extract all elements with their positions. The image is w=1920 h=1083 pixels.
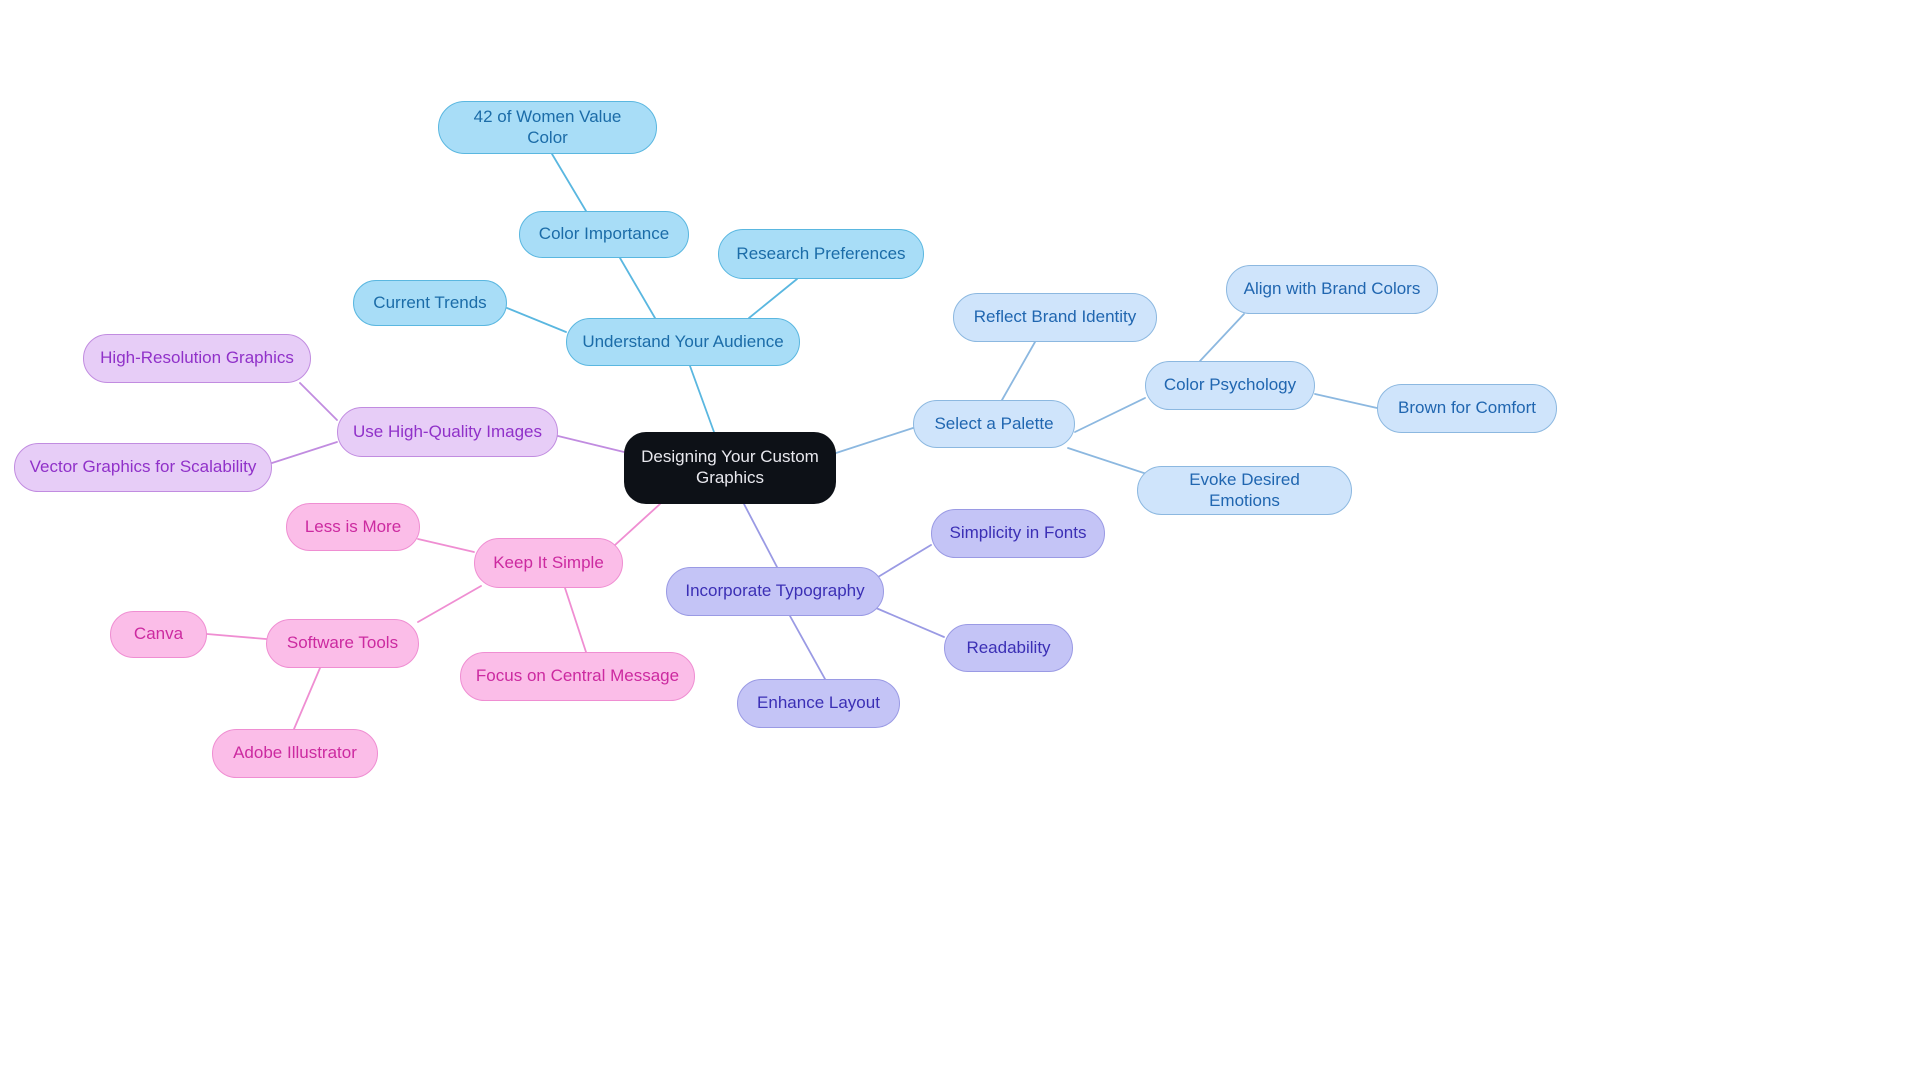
node-understand-your-audience[interactable]: Understand Your Audience bbox=[566, 318, 800, 366]
edge-root-to-incorporate-typography bbox=[743, 503, 778, 568]
edge-select-a-palette-to-reflect-brand-identity bbox=[1001, 341, 1036, 401]
edge-incorporate-typography-to-readability bbox=[875, 607, 945, 638]
node-less-is-more[interactable]: Less is More bbox=[286, 503, 420, 551]
root-node-root[interactable]: Designing Your Custom Graphics bbox=[624, 432, 836, 504]
node-vector-graphics-for-scalability[interactable]: Vector Graphics for Scalability bbox=[14, 443, 272, 492]
edge-incorporate-typography-to-simplicity-in-fonts bbox=[877, 544, 932, 578]
node-adobe-illustrator[interactable]: Adobe Illustrator bbox=[212, 729, 378, 778]
edge-root-to-select-a-palette bbox=[835, 427, 914, 454]
edge-keep-it-simple-to-less-is-more bbox=[417, 538, 475, 553]
node-simplicity-in-fonts[interactable]: Simplicity in Fonts bbox=[931, 509, 1105, 558]
edge-color-psychology-to-align-with-brand-colors bbox=[1199, 313, 1245, 362]
edge-keep-it-simple-to-software-tools bbox=[417, 585, 482, 623]
node-select-a-palette[interactable]: Select a Palette bbox=[913, 400, 1075, 448]
edge-software-tools-to-canva bbox=[206, 633, 267, 640]
edge-keep-it-simple-to-focus-on-central-message bbox=[564, 587, 587, 653]
node-readability[interactable]: Readability bbox=[944, 624, 1073, 672]
edge-root-to-keep-it-simple bbox=[614, 503, 661, 546]
mindmap-canvas: Designing Your Custom Graphics Understand… bbox=[0, 0, 1920, 1083]
node-canva[interactable]: Canva bbox=[110, 611, 207, 658]
node-evoke-desired-emotions[interactable]: Evoke Desired Emotions bbox=[1137, 466, 1352, 515]
edge-understand-your-audience-to-color-importance bbox=[619, 257, 656, 319]
edge-incorporate-typography-to-enhance-layout bbox=[789, 615, 826, 680]
node-research-preferences[interactable]: Research Preferences bbox=[718, 229, 924, 279]
node-software-tools[interactable]: Software Tools bbox=[266, 619, 419, 668]
node-focus-on-central-message[interactable]: Focus on Central Message bbox=[460, 652, 695, 701]
node-brown-for-comfort[interactable]: Brown for Comfort bbox=[1377, 384, 1557, 433]
node-use-high-quality-images[interactable]: Use High-Quality Images bbox=[337, 407, 558, 457]
node-current-trends[interactable]: Current Trends bbox=[353, 280, 507, 326]
node-incorporate-typography[interactable]: Incorporate Typography bbox=[666, 567, 884, 616]
node-color-importance[interactable]: Color Importance bbox=[519, 211, 689, 258]
edge-use-high-quality-images-to-vector-graphics-for-scalability bbox=[271, 441, 338, 464]
edge-root-to-use-high-quality-images bbox=[557, 435, 625, 453]
node-color-psychology[interactable]: Color Psychology bbox=[1145, 361, 1315, 410]
edge-understand-your-audience-to-research-preferences bbox=[748, 278, 798, 319]
node-enhance-layout[interactable]: Enhance Layout bbox=[737, 679, 900, 728]
edge-color-psychology-to-brown-for-comfort bbox=[1314, 393, 1378, 409]
edge-select-a-palette-to-evoke-desired-emotions bbox=[1067, 447, 1151, 476]
edge-select-a-palette-to-color-psychology bbox=[1074, 397, 1146, 433]
edge-color-importance-to-42-of-women-value-color bbox=[551, 153, 587, 212]
edge-use-high-quality-images-to-high-resolution-graphics bbox=[299, 382, 338, 421]
node-high-resolution-graphics[interactable]: High-Resolution Graphics bbox=[83, 334, 311, 383]
edge-software-tools-to-adobe-illustrator bbox=[293, 667, 321, 730]
node-align-with-brand-colors[interactable]: Align with Brand Colors bbox=[1226, 265, 1438, 314]
edge-understand-your-audience-to-current-trends bbox=[506, 307, 567, 333]
node-42-of-women-value-color[interactable]: 42 of Women Value Color bbox=[438, 101, 657, 154]
node-keep-it-simple[interactable]: Keep It Simple bbox=[474, 538, 623, 588]
node-reflect-brand-identity[interactable]: Reflect Brand Identity bbox=[953, 293, 1157, 342]
edge-root-to-understand-your-audience bbox=[689, 365, 715, 433]
